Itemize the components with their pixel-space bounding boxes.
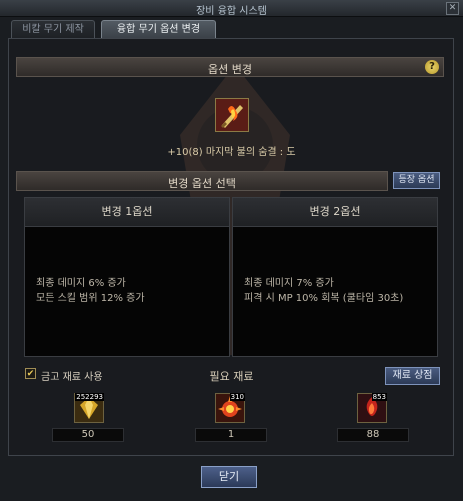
close-button[interactable]: 닫기 [201,466,257,488]
option-1-line-1: 최종 데미지 6% 증가 [36,278,126,289]
material-3-owned: 853 [371,393,387,401]
material-2-required: 1 [195,428,267,442]
material-1-required: 50 [52,428,124,442]
material-1-owned: 252293 [75,393,104,401]
tab-fusion-option-change[interactable]: 융합 무기 옵션 변경 [101,20,216,38]
fire-orb-icon[interactable]: 310 [215,393,245,423]
option-2-title: 변경 2옵션 [233,198,437,227]
option-1-line-2: 모든 스킬 범위 12% 증가 [36,293,145,304]
option-1-box[interactable]: 변경 1옵션 최종 데미지 6% 증가 모든 스킬 범위 12% 증가 [24,197,230,357]
option-2-line-2: 피격 시 MP 10% 회복 (쿨타임 30초) [244,293,404,304]
equipment-fusion-window: 장비 융합 시스템 ✕ 비칼 무기 제작 융합 무기 옵션 변경 옵션 변경 ?… [0,0,463,501]
close-icon[interactable]: ✕ [446,2,459,15]
gold-crystal-icon[interactable]: 252293 [74,393,104,423]
red-flame-gem-icon[interactable]: 853 [357,393,387,423]
option-select-header: 변경 옵션 선택 [16,171,388,191]
tab-vical-weapon-craft[interactable]: 비칼 무기 제작 [11,20,95,38]
option-change-header: 옵션 변경 ? [16,57,444,77]
flame-sword-icon[interactable] [215,98,249,132]
help-icon[interactable]: ? [425,60,439,74]
option-2-line-1: 최종 데미지 7% 증가 [244,278,334,289]
title-bar[interactable]: 장비 융합 시스템 ✕ [0,0,463,17]
item-name: +10(8) 마지막 불의 숨결 : 도 [167,147,296,158]
window-title: 장비 융합 시스템 [196,6,267,17]
option-1-title: 변경 1옵션 [25,198,229,227]
material-3-required: 88 [337,428,409,442]
option-select-title: 변경 옵션 선택 [168,177,236,190]
option-2-box[interactable]: 변경 2옵션 최종 데미지 7% 증가 피격 시 MP 10% 회복 (쿨타임 … [232,197,438,357]
material-shop-button[interactable]: 재료 상점 [385,367,440,385]
register-option-button[interactable]: 등장 옵션 [393,172,440,189]
option-change-title: 옵션 변경 [208,63,252,76]
material-2-owned: 310 [229,393,245,401]
